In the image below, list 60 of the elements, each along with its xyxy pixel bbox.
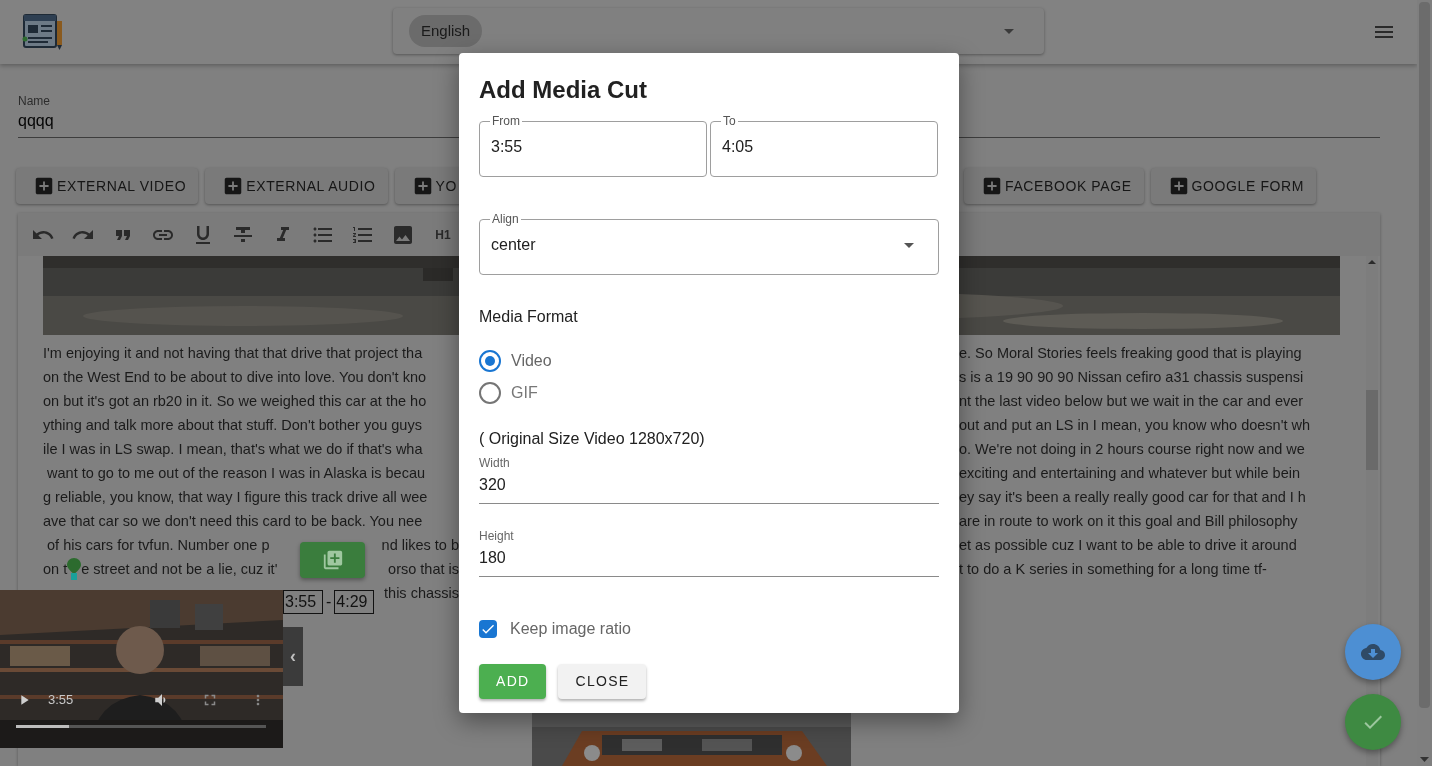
language-select[interactable]: English	[393, 8, 1044, 54]
from-field[interactable]: From 3:55	[479, 113, 707, 177]
scroll-down-icon[interactable]	[1420, 757, 1429, 762]
add-clip-icon	[321, 549, 344, 571]
insert-button[interactable]: EXTERNAL AUDIO	[205, 168, 388, 204]
text-line: e. So Moral Stories feels freaking good that is playing	[959, 344, 1302, 363]
insert-button[interactable]: FACEBOOK PAGE	[964, 168, 1144, 204]
text-line: ave that car so we don't need this card to be back. You nee	[43, 512, 423, 531]
download-button[interactable]	[1345, 624, 1401, 680]
size-note: ( Original Size Video 1280x720)	[479, 429, 706, 449]
map-pin-icon	[67, 558, 82, 580]
language-chip[interactable]: English	[409, 15, 483, 47]
text-line: nt the last video below but we wait in the car and ever	[959, 392, 1304, 411]
end-time: 4:29	[334, 590, 375, 614]
text-line: ything and talk more about that stuff. Don't bother you guys	[43, 416, 422, 435]
text-line: on t	[43, 560, 68, 579]
video-player[interactable]: 3:55	[0, 590, 283, 748]
text-line: out and put an LS in I mean, you know who doesn't wh	[959, 416, 1310, 435]
video-time: 3:55	[48, 692, 74, 708]
format-option[interactable]: Video	[479, 345, 552, 377]
text-line: e street and not be a lie, cuz it'	[81, 560, 278, 579]
text-line: are in route to work on it this goal and Bill philosophy	[959, 512, 1298, 531]
insert-button[interactable]: GOOGLE FORM	[1150, 168, 1316, 204]
width-field[interactable]: Width 320	[479, 455, 939, 504]
text-line: ile I was in LS swap. I mean, that's what we do if that's wha	[43, 440, 423, 459]
keep-ratio-checkbox[interactable]: Keep image ratio	[479, 617, 631, 641]
collapse-tab[interactable]: ‹	[283, 627, 303, 686]
text-line: this chassis	[384, 584, 459, 603]
plus-icon	[33, 175, 55, 197]
text-line: orso that is	[388, 560, 459, 579]
insert-button[interactable]: EXTERNAL VIDEO	[16, 168, 199, 204]
text-line: exciting and entertaining and whatever but while bein	[959, 464, 1300, 483]
caret-icon	[904, 242, 914, 248]
to-field[interactable]: To 4:05	[710, 113, 938, 177]
scroll-up-icon[interactable]	[1368, 260, 1376, 264]
text-line: on the West End to be about to dive into love. You don't kno	[43, 368, 426, 387]
format-option[interactable]: GIF	[479, 377, 538, 409]
align-select[interactable]: Align center	[479, 211, 939, 275]
close-button[interactable]: CLOSE	[558, 664, 647, 699]
text-line: s is a 19 90 90 90 Nissan cefiro a31 chassis suspensi	[959, 368, 1304, 387]
logo-drawing	[22, 13, 64, 51]
text-line: o. We're not doing in 2 hours course right now and we	[959, 440, 1305, 459]
text-line: t to do a K series in something for a long time tf-	[959, 560, 1267, 579]
text-line: I'm enjoying it and not having that that drive that project tha	[43, 344, 423, 363]
text-line: nd likes to b	[381, 536, 459, 555]
progress-track[interactable]	[16, 725, 266, 728]
caret-icon	[1004, 28, 1014, 34]
time-separator: -	[326, 592, 332, 612]
text-line: of his cars for tvfun. Number one p	[46, 536, 270, 555]
start-time: 3:55	[283, 590, 323, 614]
section-heading: Media Format	[479, 307, 579, 327]
dialog-title: Add Media Cut	[479, 75, 648, 105]
text-line: on but it's got an rb20 in it. So we weighed this car at the ho	[43, 392, 427, 411]
text-line: ey say it's been a really really good car for that and I h	[959, 488, 1306, 507]
height-field[interactable]: Height 180	[479, 528, 939, 577]
text-line: want to go to me out of the reason I was in Alaska is becau	[46, 464, 426, 483]
add-clip-button[interactable]	[300, 542, 365, 578]
heading-button[interactable]: H1	[431, 222, 455, 247]
text-line: et as possible cuz I want to be able to drive it around	[959, 536, 1297, 555]
text-line: g reliable, you know, that way I figure this track drive all wee	[43, 488, 428, 507]
